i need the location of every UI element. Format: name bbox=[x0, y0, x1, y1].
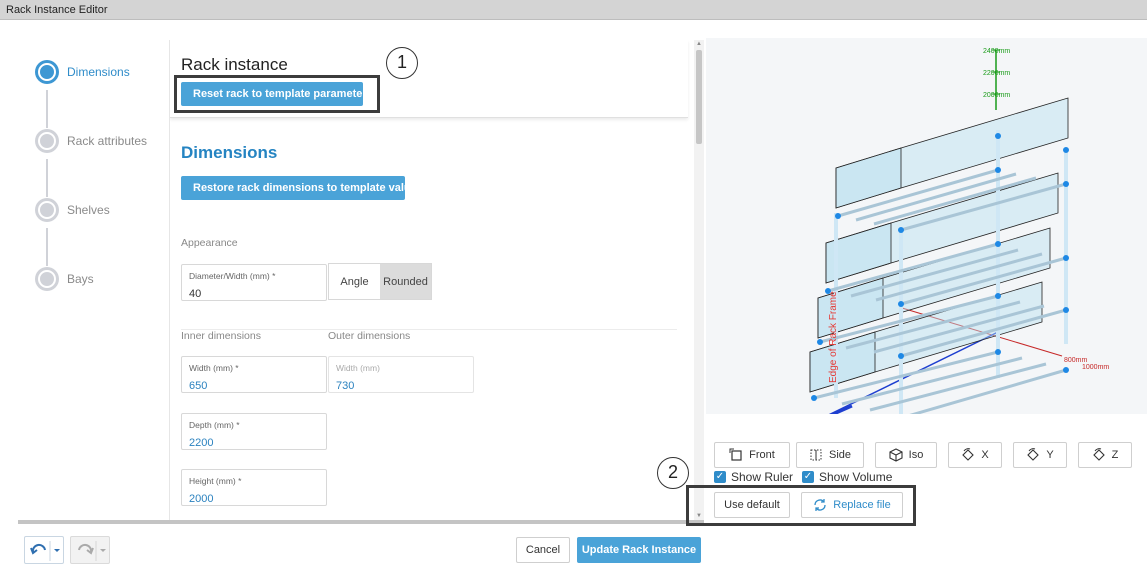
dimensions-form: Rack instance Reset rack to template par… bbox=[170, 40, 690, 520]
rack-instance-header: Rack instance Reset rack to template par… bbox=[170, 40, 688, 118]
rack-3d-viewer[interactable]: 2400mm 2200mm 2000mm 800mm 1000mm 2600mm… bbox=[706, 38, 1147, 414]
depth-label: Depth (mm) * bbox=[189, 420, 240, 430]
front-view-label: Front bbox=[749, 449, 775, 461]
callout-highlight-2 bbox=[686, 485, 916, 526]
height-label: Height (mm) * bbox=[189, 476, 242, 486]
callout-2: 2 bbox=[657, 457, 689, 489]
side-view-icon bbox=[810, 449, 822, 461]
rack-3d-model: 2400mm 2200mm 2000mm 800mm 1000mm 2600mm… bbox=[809, 48, 1109, 414]
side-view-label: Side bbox=[828, 449, 852, 461]
outer-width-value: 730 bbox=[336, 380, 355, 392]
shape-segmented-control: Angle Rounded bbox=[328, 263, 432, 300]
step-rack-attributes[interactable]: Rack attributes bbox=[35, 129, 147, 153]
rotate-z-label: Z bbox=[1111, 449, 1119, 461]
inner-width-value: 650 bbox=[189, 380, 208, 392]
step-connector bbox=[46, 228, 48, 266]
redo-button[interactable] bbox=[70, 536, 110, 564]
step-active-icon bbox=[35, 60, 59, 84]
step-label: Rack attributes bbox=[67, 134, 148, 148]
dimensions-title: Dimensions bbox=[181, 143, 278, 162]
iso-view-button[interactable]: Iso bbox=[875, 442, 937, 468]
rotate-y-button[interactable]: Y bbox=[1013, 442, 1067, 468]
rotate-y-icon bbox=[1027, 448, 1040, 461]
editor-window: Dimensions Rack attributes Shelves Bays … bbox=[0, 20, 1147, 572]
step-label: Shelves bbox=[67, 203, 110, 217]
ruler-x-label-1: 800mm bbox=[1064, 357, 1088, 364]
show-ruler-label: Show Ruler bbox=[731, 470, 794, 484]
inner-width-field[interactable]: Width (mm) * 650 bbox=[181, 356, 327, 393]
step-connector bbox=[46, 159, 48, 197]
cancel-label: Cancel bbox=[525, 544, 561, 556]
step-inactive-icon bbox=[35, 267, 59, 291]
window-title: Rack Instance Editor bbox=[6, 4, 108, 16]
restore-dimensions-button[interactable]: Restore rack dimensions to template valu… bbox=[181, 176, 423, 200]
rotate-z-button[interactable]: Z bbox=[1078, 442, 1132, 468]
height-field[interactable]: Height (mm) * 2000 bbox=[181, 469, 327, 506]
shape-option-rounded[interactable]: Rounded bbox=[380, 264, 431, 299]
front-view-icon bbox=[729, 448, 742, 461]
rotate-x-icon bbox=[962, 448, 975, 461]
update-label: Update Rack Instance bbox=[581, 544, 697, 556]
outer-dimensions-label: Outer dimensions bbox=[328, 330, 411, 342]
depth-field[interactable]: Depth (mm) * 2200 bbox=[181, 413, 327, 450]
window-title-bar: Rack Instance Editor bbox=[0, 0, 1147, 20]
height-value: 2000 bbox=[189, 493, 214, 505]
step-shelves[interactable]: Shelves bbox=[35, 198, 110, 222]
rotate-x-button[interactable]: X bbox=[948, 442, 1002, 468]
outer-width-label: Width (mm) bbox=[336, 363, 380, 373]
horizontal-scrollbar[interactable] bbox=[18, 520, 704, 524]
step-label: Bays bbox=[67, 272, 94, 286]
step-inactive-icon bbox=[35, 129, 59, 153]
appearance-label: Appearance bbox=[181, 237, 238, 249]
iso-view-label: Iso bbox=[908, 449, 924, 461]
callout-highlight-1 bbox=[174, 75, 380, 113]
step-connector bbox=[46, 90, 48, 128]
cancel-button[interactable]: Cancel bbox=[516, 537, 570, 563]
ruler-z-label-3: 2000mm bbox=[983, 92, 1010, 99]
form-scrollbar[interactable]: ▲ ▼ bbox=[694, 40, 704, 520]
rotate-y-label: Y bbox=[1046, 449, 1054, 461]
redo-icon bbox=[78, 541, 106, 561]
step-label: Dimensions bbox=[67, 65, 130, 79]
diameter-field-label: Diameter/Width (mm) * bbox=[189, 271, 276, 281]
scrollbar-thumb[interactable] bbox=[696, 50, 702, 144]
checkbox-checked-icon: ✓ bbox=[714, 471, 726, 483]
ruler-z-label-2: 2200mm bbox=[983, 70, 1010, 77]
rack-instance-title: Rack instance bbox=[181, 55, 288, 74]
scroll-up-icon[interactable]: ▲ bbox=[696, 41, 702, 47]
depth-value: 2200 bbox=[189, 437, 214, 449]
show-ruler-checkbox[interactable]: ✓ Show Ruler bbox=[714, 470, 793, 484]
iso-cube-icon bbox=[889, 448, 903, 462]
step-dimensions[interactable]: Dimensions bbox=[35, 60, 130, 84]
checkbox-checked-icon: ✓ bbox=[802, 471, 814, 483]
step-inactive-icon bbox=[35, 198, 59, 222]
step-bays[interactable]: Bays bbox=[35, 267, 94, 291]
callout-1: 1 bbox=[386, 47, 418, 79]
inner-width-label: Width (mm) * bbox=[189, 363, 239, 373]
ruler-x-label-2: 1000mm bbox=[1082, 364, 1109, 371]
update-rack-instance-button[interactable]: Update Rack Instance bbox=[577, 537, 701, 563]
side-view-button[interactable]: Side bbox=[796, 442, 864, 468]
diameter-field[interactable]: Diameter/Width (mm) * 40 bbox=[181, 264, 327, 301]
undo-button[interactable] bbox=[24, 536, 64, 564]
show-volume-label: Show Volume bbox=[819, 470, 893, 484]
inner-dimensions-label: Inner dimensions bbox=[181, 330, 261, 342]
edge-of-rack-frame-label: Edge of Rack Frame bbox=[828, 291, 839, 383]
outer-width-field: Width (mm) 730 bbox=[328, 356, 474, 393]
shape-option-angle[interactable]: Angle bbox=[329, 264, 380, 299]
rotate-z-icon bbox=[1092, 448, 1105, 461]
ruler-z-label-1: 2400mm bbox=[983, 48, 1010, 55]
rotate-x-label: X bbox=[981, 449, 989, 461]
show-volume-checkbox[interactable]: ✓ Show Volume bbox=[802, 470, 892, 484]
diameter-field-value: 40 bbox=[189, 288, 202, 300]
front-view-button[interactable]: Front bbox=[714, 442, 790, 468]
undo-icon bbox=[30, 541, 60, 561]
